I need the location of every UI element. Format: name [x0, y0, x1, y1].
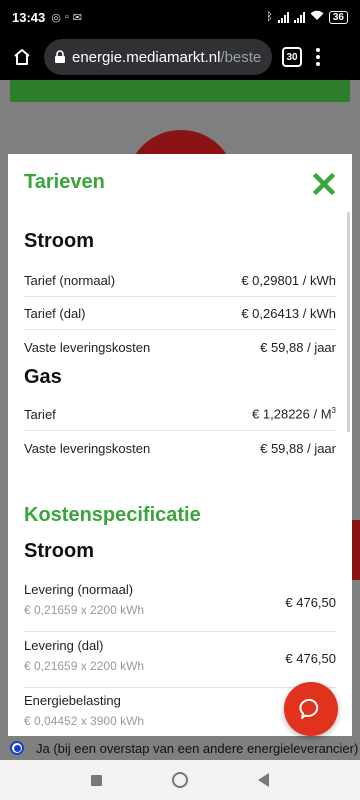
url-path: /beste — [220, 48, 262, 66]
url-domain: energie.mediamarkt.nl — [72, 48, 221, 66]
modal-title: Tarieven — [24, 171, 105, 193]
stroom-heading: Stroom — [24, 230, 94, 252]
cost-label: Energiebelasting — [24, 693, 121, 708]
page-header-strip — [10, 80, 350, 102]
tariff-label: Tarief (normaal) — [24, 272, 116, 288]
chat-bubble-icon — [299, 698, 319, 719]
url-bar[interactable]: energie.mediamarkt.nl/beste — [44, 39, 272, 75]
tab-switcher-button[interactable]: 30 — [282, 47, 302, 67]
lock-icon — [55, 50, 65, 63]
bluetooth-icon: ᛒ — [266, 11, 273, 23]
signal-icon — [277, 11, 289, 23]
back-button[interactable] — [258, 773, 269, 787]
voicemail-icon: ▫ — [64, 10, 69, 23]
tariff-value: € 59,88 / jaar — [260, 441, 336, 456]
unit-superscript: 3 — [331, 406, 336, 416]
cost-calculation: € 0,04452 x 3900 kWh — [24, 714, 145, 728]
cost-amount: € 476,50 — [285, 651, 336, 666]
signal-icon-2 — [293, 11, 305, 23]
status-time: 13:43 — [12, 9, 46, 25]
home-icon — [14, 49, 30, 65]
cost-row: Levering (dal) € 0,21659 x 2200 kWh € 47… — [24, 632, 336, 688]
kostenspecificatie-heading: Kostenspecificatie — [24, 504, 201, 526]
browser-toolbar: energie.mediamarkt.nl/beste 30 — [0, 34, 360, 80]
url-text: energie.mediamarkt.nl/beste — [72, 49, 261, 66]
close-icon — [312, 172, 336, 196]
chat-button[interactable] — [284, 682, 338, 736]
tarieven-modal: Tarieven Stroom Tarief (normaal) € 0,298… — [8, 154, 352, 736]
tariff-row: Vaste leveringskosten € 59,88 / jaar — [24, 331, 336, 364]
whatsapp-icon: ◎ — [51, 11, 61, 24]
tariff-label: Tarief (dal) — [24, 305, 86, 321]
battery-icon: 36 — [328, 10, 348, 24]
radio-selected-icon[interactable] — [10, 741, 24, 755]
home-button[interactable] — [8, 43, 36, 71]
tariff-row: Tarief (normaal) € 0,29801 / kWh — [24, 264, 336, 297]
switch-supplier-option[interactable]: Ja (bij een overstap van een andere ener… — [0, 736, 360, 760]
tariff-label: Vaste leveringskosten — [24, 441, 151, 456]
tariff-row: Tarief (dal) € 0,26413 / kWh — [24, 297, 336, 330]
cost-row: Levering (normaal) € 0,21659 x 2200 kWh … — [24, 576, 336, 632]
cost-calculation: € 0,21659 x 2200 kWh — [24, 603, 145, 617]
kosten-stroom-heading: Stroom — [24, 540, 94, 562]
gas-heading: Gas — [24, 366, 62, 388]
browser-menu-button[interactable] — [316, 48, 320, 66]
cost-label: Levering (normaal) — [24, 582, 134, 597]
gmail-icon: ✉ — [72, 11, 82, 24]
cost-calculation: € 0,21659 x 2200 kWh — [24, 659, 145, 673]
close-button[interactable] — [312, 172, 336, 196]
status-bar: 13:43 ◎ ▫ ✉ ᛒ 36 — [0, 0, 360, 34]
tariff-label: Vaste leveringskosten — [24, 340, 151, 355]
radio-label: Ja (bij een overstap van een andere ener… — [36, 740, 359, 756]
cost-label: Levering (dal) — [24, 638, 104, 653]
cost-amount: € 476,50 — [285, 595, 336, 610]
tariff-row: Tarief € 1,28226 / M3 — [24, 398, 336, 431]
home-nav-button[interactable] — [172, 772, 188, 788]
tariff-row: Vaste leveringskosten € 59,88 / jaar — [24, 432, 336, 465]
modal-scrollbar[interactable] — [347, 212, 350, 432]
tariff-value: € 1,28226 / M3 — [252, 406, 336, 422]
tariff-value: € 59,88 / jaar — [260, 340, 336, 355]
system-icons: ᛒ 36 — [266, 10, 348, 24]
system-navigation-bar — [0, 760, 360, 800]
tariff-value: € 0,26413 / kWh — [241, 305, 336, 321]
notification-icons: ◎ ▫ ✉ — [51, 11, 82, 24]
tariff-label: Tarief — [24, 406, 56, 422]
tariff-value: € 0,29801 / kWh — [241, 272, 336, 288]
wifi-icon — [310, 10, 324, 24]
recents-button[interactable] — [91, 774, 102, 786]
